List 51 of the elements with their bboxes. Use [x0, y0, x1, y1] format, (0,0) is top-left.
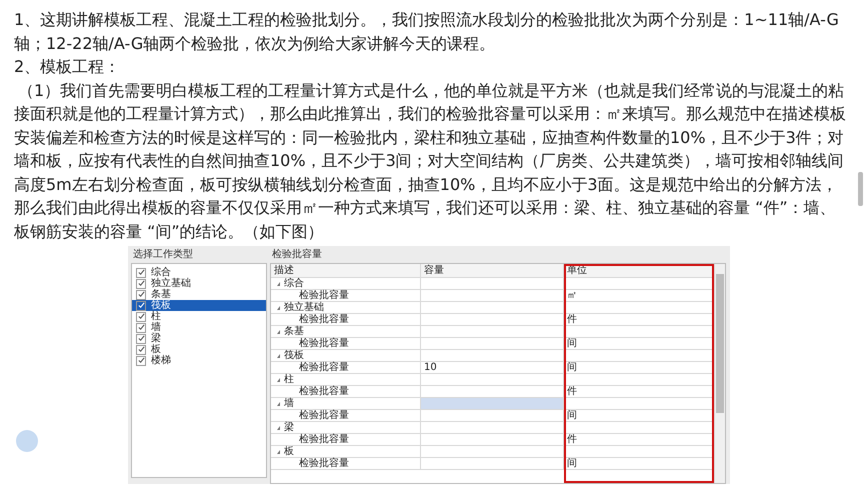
table-cell: 检验批容量: [271, 290, 421, 301]
table-cell: 检验批容量: [271, 458, 421, 469]
checkbox[interactable]: [136, 300, 146, 310]
checkbox[interactable]: [136, 268, 146, 278]
expand-arrow-icon[interactable]: [277, 378, 280, 382]
expand-arrow-icon[interactable]: [277, 426, 280, 430]
table-cell: 检验批容量: [271, 386, 421, 397]
table-cell: 10: [421, 362, 564, 373]
table-cell: 检验批容量: [271, 362, 421, 373]
tree-node[interactable]: 板: [271, 446, 421, 457]
column-header: 描述: [271, 264, 421, 277]
work-type-item[interactable]: 柱: [132, 311, 266, 322]
checkbox[interactable]: [136, 278, 146, 288]
checkbox[interactable]: [136, 356, 146, 366]
checkbox[interactable]: [136, 344, 146, 354]
tree-node[interactable]: 柱: [271, 374, 421, 385]
expand-arrow-icon[interactable]: [277, 450, 280, 454]
expand-arrow-icon[interactable]: [277, 306, 280, 310]
work-type-item[interactable]: 墙: [132, 322, 266, 333]
tree-node[interactable]: 条基: [271, 326, 421, 337]
panel-title: 检验批容量: [271, 248, 323, 261]
work-type-item[interactable]: 板: [132, 344, 266, 355]
work-type-item[interactable]: 楼梯: [132, 355, 266, 366]
expand-arrow-icon[interactable]: [277, 354, 280, 358]
tree-node[interactable]: 梁: [271, 422, 421, 433]
checkbox[interactable]: [136, 290, 146, 300]
expand-arrow-icon[interactable]: [277, 402, 280, 406]
checkbox[interactable]: [136, 322, 146, 332]
table-cell: 检验批容量: [271, 314, 421, 325]
work-type-item[interactable]: 梁: [132, 333, 266, 344]
column-header: 容量: [421, 264, 564, 277]
work-type-item[interactable]: 独立基础: [132, 278, 266, 289]
panel-title: 选择工作类型: [132, 248, 194, 261]
expand-arrow-icon[interactable]: [277, 282, 280, 286]
checkbox[interactable]: [136, 312, 146, 322]
tree-node[interactable]: 综合: [271, 278, 421, 289]
paragraph: 2、模板工程：: [14, 56, 122, 78]
tree-node[interactable]: 独立基础: [271, 302, 421, 313]
expand-arrow-icon[interactable]: [277, 330, 280, 334]
work-type-item[interactable]: 条基: [132, 289, 266, 300]
table-cell: 检验批容量: [271, 410, 421, 421]
table-cell: 检验批容量: [271, 338, 421, 349]
checkbox[interactable]: [136, 334, 146, 344]
paragraph: （1）我们首先需要明白模板工程的工程量计算方式是什么，他的单位就是平方米（也就是我们经常说的与混凝土的粘接面积就是他的工程量计算方式），那么由此推算出，我们的检验批容量可以采用：㎡来填写。那么规范中在描述模板安装偏差和检查方法的时候是这样写的：同一检验批内，梁柱和独立基础，应抽查构件数量的10%，且不少于3件；对墙和板，应按有代表性的自然间抽查10%，且不少于3间；对大空间结构（厂房类、公共建筑类），墙可按相邻轴线间高度5m左右划分检查面，板可按纵横轴线划分检查面，抽查10%，且均不应小于3面。这是规范中给出的分解方法，那么我们由此得出模板的容量不仅仅采用㎡一种方式来填写，我们还可以采用：梁、柱、独立基础的容量 “件”：墙、板钢筋安装的容量 “间”的结论。（如下图）: [14, 80, 846, 242]
paragraph: 1、这期讲解模板工程、混凝土工程的检验批划分。，我们按照流水段划分的检验批批次为两个分别是：1~11轴/A-G轴；12-22轴/A-G轴两个检验批，依次为例给大家讲解今天的课程。: [14, 9, 840, 54]
work-type-item[interactable]: 筏板: [132, 300, 266, 311]
tree-node[interactable]: 筏板: [271, 350, 421, 361]
table-cell: 检验批容量: [271, 434, 421, 445]
page-scrollbar[interactable]: [858, 172, 863, 206]
work-type-item[interactable]: 综合: [132, 267, 266, 278]
scrollbar[interactable]: [714, 264, 725, 483]
